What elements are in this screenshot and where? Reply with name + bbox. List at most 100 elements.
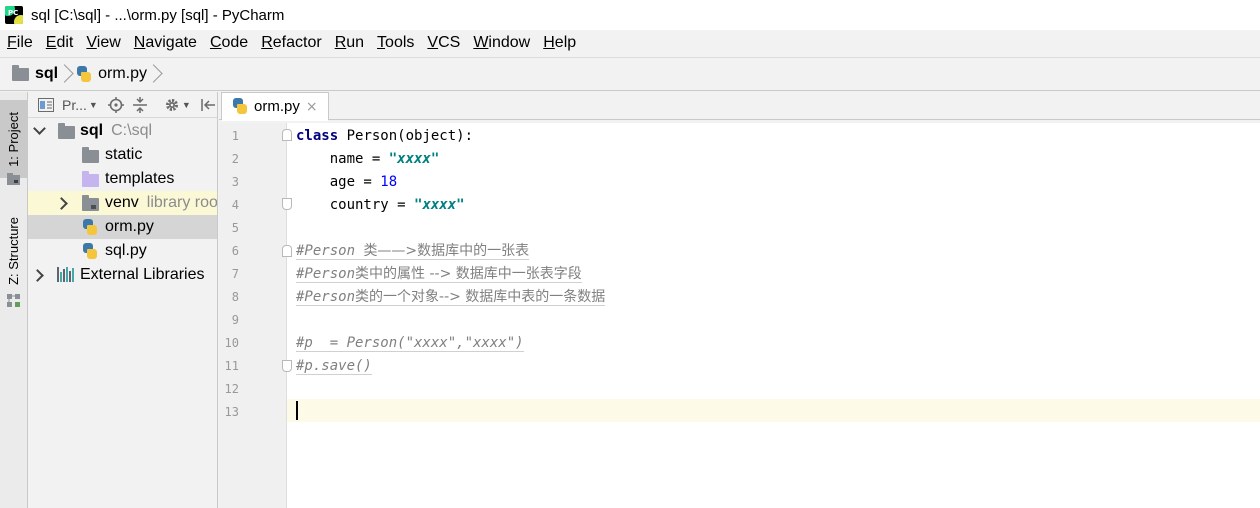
collapse-all-icon[interactable] bbox=[132, 96, 148, 113]
menu-navigate-rest: avigate bbox=[145, 34, 197, 51]
comment-token: 类——>数据库中的一张表 bbox=[363, 243, 530, 260]
window-title: sql [C:\sql] - ...\orm.py [sql] - PyChar… bbox=[31, 6, 285, 24]
menu-view-mnemonic: V bbox=[86, 34, 97, 51]
menu-refactor-mnemonic: R bbox=[261, 34, 273, 51]
menu-view-rest: iew bbox=[96, 34, 121, 51]
chevron-down-icon[interactable] bbox=[32, 124, 46, 138]
project-view-icon[interactable] bbox=[38, 97, 54, 113]
tree-item-venv[interactable]: venv library root bbox=[28, 191, 218, 215]
menu-view[interactable]: View bbox=[83, 34, 123, 52]
chevron-right-icon[interactable] bbox=[56, 196, 70, 210]
breadcrumb-project-label: sql bbox=[35, 65, 59, 82]
line-number: 13 bbox=[224, 405, 239, 419]
number-token: 18 bbox=[380, 174, 398, 190]
structure-tool-icon bbox=[7, 294, 21, 307]
chevron-down-icon[interactable]: ▼ bbox=[182, 100, 191, 110]
code-editor[interactable]: 1 2 3 4 5 6 7 8 9 10 11 12 13 class Pers… bbox=[219, 123, 1260, 508]
comment-token: #p.save() bbox=[296, 358, 372, 375]
hide-panel-icon[interactable] bbox=[201, 97, 217, 113]
line-number: 10 bbox=[224, 336, 239, 350]
tree-item-static[interactable]: static bbox=[28, 143, 217, 167]
menu-run-rest: un bbox=[346, 34, 365, 51]
menu-refactor[interactable]: Refactor bbox=[258, 34, 324, 52]
tree-venv-text: venv library root bbox=[105, 194, 218, 212]
python-file-icon bbox=[232, 98, 248, 115]
tree-item-label: static bbox=[105, 146, 143, 163]
python-file-icon bbox=[82, 243, 98, 260]
menu-tools-rest: ools bbox=[385, 34, 415, 51]
line-number: 4 bbox=[231, 198, 239, 212]
tree-item-sql-py[interactable]: sql.py bbox=[28, 239, 217, 263]
breadcrumb: sql orm.py bbox=[0, 57, 1260, 91]
menu-edit-rest: dit bbox=[56, 34, 74, 51]
breadcrumb-project[interactable]: sql bbox=[12, 64, 59, 83]
locate-icon[interactable] bbox=[107, 96, 124, 113]
string-token: "xxxx" bbox=[414, 197, 465, 213]
project-tree: sql C:\sql static templates venv library r… bbox=[28, 119, 218, 287]
app-icon-text: PC bbox=[8, 9, 19, 17]
tree-item-label: External Libraries bbox=[80, 266, 205, 283]
menu-file-mnemonic: F bbox=[7, 34, 17, 51]
menu-code-rest: ode bbox=[221, 34, 249, 51]
tree-item-hint: library root bbox=[146, 194, 218, 211]
close-icon[interactable]: × bbox=[306, 99, 318, 115]
tree-item-orm-py[interactable]: orm.py bbox=[28, 215, 217, 239]
menu-navigate[interactable]: Navigate bbox=[131, 34, 200, 52]
menu-tools-mnemonic: T bbox=[377, 34, 386, 51]
line-number: 3 bbox=[231, 175, 239, 189]
line-number: 1 bbox=[231, 129, 239, 143]
tree-item-label: sql bbox=[80, 122, 104, 139]
tab-label: orm.py bbox=[254, 98, 300, 115]
string-token: "xxxx" bbox=[388, 151, 440, 167]
menu-file-rest: ile bbox=[16, 34, 33, 51]
tree-item-label: sql.py bbox=[105, 242, 147, 259]
menu-help-mnemonic: H bbox=[543, 34, 555, 51]
breadcrumb-file[interactable]: orm.py bbox=[76, 65, 147, 83]
tab-orm-py[interactable]: orm.py × bbox=[221, 92, 329, 121]
project-view-dropdown[interactable]: Pr... bbox=[62, 97, 87, 113]
tab-project-tool-label: 1: Project bbox=[6, 111, 21, 167]
menu-help[interactable]: Help bbox=[540, 34, 579, 52]
code-line-7: #Person类中的属性 --> 数据库中一张表字段 bbox=[296, 263, 582, 286]
menu-bar: File Edit View Navigate Code Refactor Ru… bbox=[0, 30, 1260, 56]
gear-icon[interactable] bbox=[164, 97, 180, 113]
menu-file[interactable]: File bbox=[4, 34, 36, 52]
menu-code-mnemonic: C bbox=[209, 34, 222, 51]
project-panel-toolbar: Pr... ▼ ▼ bbox=[28, 92, 217, 118]
code-area[interactable]: class Person(object): name = "xxxx" age … bbox=[288, 123, 1260, 508]
menu-vcs[interactable]: VCS bbox=[424, 34, 463, 52]
tree-item-path: C:\sql bbox=[111, 122, 153, 139]
breadcrumb-separator-icon bbox=[62, 63, 72, 85]
menu-help-rest: elp bbox=[554, 34, 577, 51]
project-tool-icon bbox=[7, 172, 21, 185]
code-line-1: class Person(object): bbox=[296, 125, 473, 148]
tree-item-sql-root[interactable]: sql C:\sql bbox=[28, 119, 217, 143]
menu-refactor-rest: efactor bbox=[272, 34, 322, 51]
comment-token: 类的一个对象--> 数据库中表的一条数据 bbox=[355, 289, 606, 306]
tree-item-templates[interactable]: templates bbox=[28, 167, 217, 191]
tree-item-label: templates bbox=[105, 170, 175, 187]
code-line-10: #p = Person("xxxx","xxxx") bbox=[296, 332, 524, 355]
line-number: 6 bbox=[231, 244, 239, 258]
menu-window[interactable]: Window bbox=[470, 34, 533, 52]
line-number: 9 bbox=[231, 313, 239, 327]
code-line-6: #Person 类——>数据库中的一张表 bbox=[296, 240, 530, 263]
menu-tools[interactable]: Tools bbox=[374, 34, 417, 52]
tree-item-external-libraries[interactable]: External Libraries bbox=[28, 263, 217, 287]
tab-structure-tool[interactable]: Z: Structure bbox=[0, 210, 27, 292]
breadcrumb-separator-icon bbox=[151, 63, 161, 85]
tree-item-label: venv bbox=[105, 194, 139, 211]
menu-edit[interactable]: Edit bbox=[43, 34, 77, 52]
chevron-right-icon[interactable] bbox=[32, 268, 46, 282]
tree-root-text: sql C:\sql bbox=[80, 122, 152, 140]
chevron-down-icon[interactable]: ▼ bbox=[89, 100, 98, 110]
comment-token: #Person bbox=[296, 243, 364, 260]
menu-vcs-rest: CS bbox=[438, 34, 461, 51]
python-file-icon bbox=[76, 65, 92, 83]
tab-project-tool[interactable]: 1: Project bbox=[0, 100, 27, 178]
line-number: 11 bbox=[224, 359, 239, 373]
menu-code[interactable]: Code bbox=[207, 34, 251, 52]
menu-run[interactable]: Run bbox=[332, 34, 367, 52]
folder-icon bbox=[58, 123, 75, 139]
line-number: 12 bbox=[224, 382, 239, 396]
